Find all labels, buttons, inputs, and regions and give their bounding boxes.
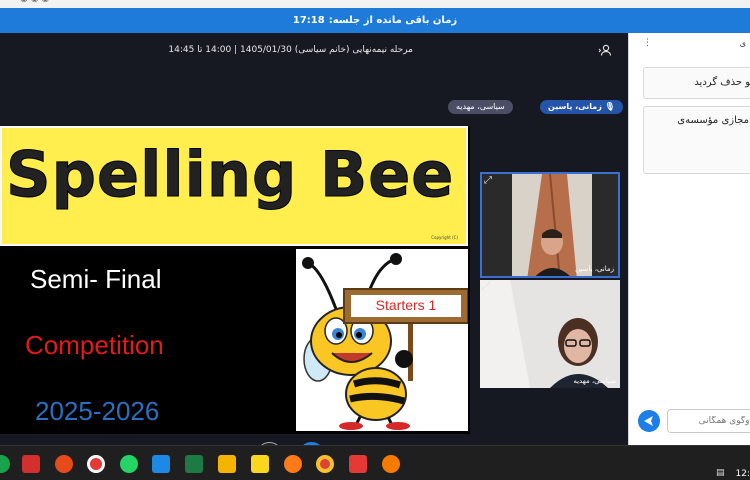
file-explorer-icon[interactable] <box>218 455 236 473</box>
send-button[interactable] <box>638 410 660 432</box>
video-tile-name: سیاسی، مهدیه <box>573 377 616 385</box>
timer-value: 17:18 <box>292 15 325 26</box>
chat-message-line: ا <box>652 143 750 159</box>
expand-icon[interactable]: ⤢ <box>482 282 490 292</box>
participant-chip-label: سیاسی، مهدیه <box>456 102 505 111</box>
keyboard-icon[interactable]: ▤ <box>716 468 725 478</box>
chat-message: ی مجازی مؤسسه‌ی ا <box>643 106 750 174</box>
chat-message-line: ی مجازی مؤسسه‌ی <box>677 115 750 126</box>
app-icon[interactable] <box>382 455 400 473</box>
slide-year: 2025-2026 <box>35 396 160 426</box>
os-taskbar: ▤ 12: <box>0 445 750 480</box>
banner-title: Spelling Bee <box>5 138 455 212</box>
video-feed <box>480 280 620 388</box>
video-tile-name: زمانی، یاسین <box>575 265 614 273</box>
sign-label: Starters 1 <box>375 297 437 313</box>
chat-message-text: وگو حذف گردید <box>694 77 750 88</box>
timer-label: زمان باقی مانده از جلسه: <box>328 15 458 26</box>
bee-illustration: Starters 1 <box>296 249 469 431</box>
mail-icon[interactable] <box>152 455 170 473</box>
pdf-icon[interactable] <box>22 455 40 473</box>
clock: 12: <box>735 469 750 479</box>
mic-icon: 🎙 <box>604 102 615 111</box>
meeting-main-area: مرحله نیمه‌نهایی (خانم سیاسی) 1405/01/30… <box>0 33 628 469</box>
slide-competition: Competition <box>25 330 164 360</box>
participant-chip[interactable]: سیاسی، مهدیه <box>448 100 513 114</box>
chat-panel-header: ی <box>739 39 746 48</box>
session-timer-bar: زمان باقی مانده از جلسه: 17:18 <box>0 8 750 33</box>
expand-icon[interactable]: ⤢ <box>484 176 492 186</box>
participant-chip-speaking[interactable]: 🎙 زمانی، یاسین <box>540 100 623 114</box>
chat-message: وگو حذف گردید <box>643 67 750 99</box>
anydesk-icon[interactable] <box>349 455 367 473</box>
app-icon[interactable] <box>0 455 10 473</box>
session-header: مرحله نیمه‌نهایی (خانم سیاسی) 1405/01/30… <box>0 33 628 63</box>
powerpoint-icon[interactable] <box>55 455 73 473</box>
video-tile[interactable]: ⤢ زمانی، یاسین <box>480 172 620 278</box>
slide-banner: Spelling Bee Copyright (C) <box>0 126 468 246</box>
whatsapp-icon[interactable] <box>120 455 138 473</box>
chrome-icon[interactable] <box>316 455 334 473</box>
recorder-icon[interactable] <box>87 455 105 473</box>
notes-icon[interactable] <box>251 455 269 473</box>
firefox-icon[interactable] <box>284 455 302 473</box>
chat-input[interactable] <box>667 409 750 433</box>
chat-panel: ی ⋮ وگو حذف گردید ی مجازی مؤسسه‌ی ا <box>628 33 750 445</box>
participant-chip-label: زمانی، یاسین <box>548 102 602 111</box>
user-list-icon[interactable] <box>598 43 612 57</box>
copyright-mark: Copyright (C) <box>431 235 458 240</box>
excel-icon[interactable] <box>185 455 203 473</box>
session-info: مرحله نیمه‌نهایی (خانم سیاسی) 1405/01/30… <box>168 45 413 55</box>
video-tile[interactable]: ⤢ سیاسی، مهدیه <box>480 280 620 388</box>
shared-slide: Spelling Bee Copyright (C) Semi- Final C… <box>0 126 470 434</box>
send-icon <box>644 416 653 426</box>
browser-top-strip: ◉ ◉ ◉ <box>0 0 750 8</box>
slide-semi-final: Semi- Final <box>30 264 162 294</box>
video-feed <box>482 174 618 276</box>
more-options-icon[interactable]: ⋮ <box>643 38 652 48</box>
